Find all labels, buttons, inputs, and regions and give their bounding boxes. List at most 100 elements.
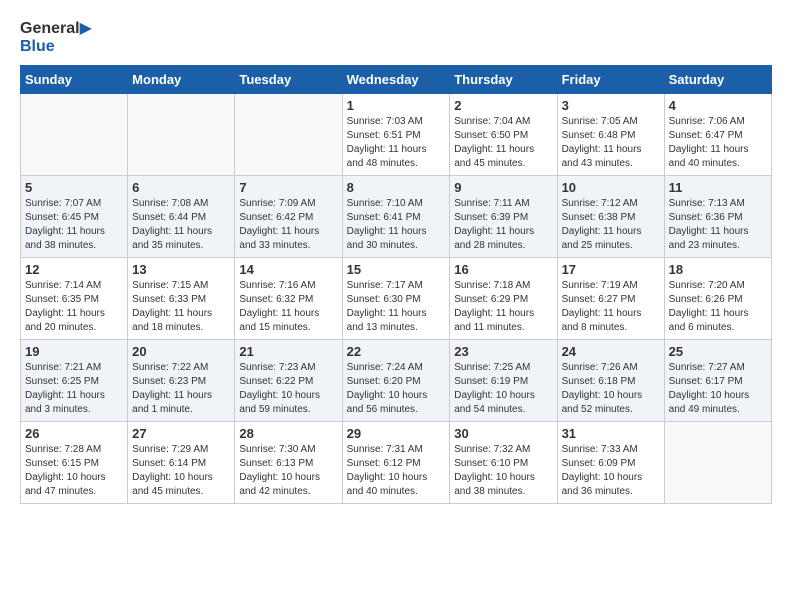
calendar-cell bbox=[664, 422, 771, 504]
day-info: Sunrise: 7:18 AM Sunset: 6:29 PM Dayligh… bbox=[454, 279, 552, 335]
day-info: Sunrise: 7:11 AM Sunset: 6:39 PM Dayligh… bbox=[454, 197, 552, 253]
day-info: Sunrise: 7:22 AM Sunset: 6:23 PM Dayligh… bbox=[132, 361, 230, 417]
day-info: Sunrise: 7:13 AM Sunset: 6:36 PM Dayligh… bbox=[669, 197, 767, 253]
day-number: 20 bbox=[132, 344, 230, 359]
calendar-cell: 15 Sunrise: 7:17 AM Sunset: 6:30 PM Dayli… bbox=[342, 258, 450, 340]
calendar-cell: 28 Sunrise: 7:30 AM Sunset: 6:13 PM Dayli… bbox=[235, 422, 342, 504]
day-info: Sunrise: 7:28 AM Sunset: 6:15 PM Dayligh… bbox=[25, 443, 123, 499]
weekday-header-monday: Monday bbox=[128, 66, 235, 94]
day-number: 28 bbox=[239, 426, 337, 441]
day-number: 7 bbox=[239, 180, 337, 195]
calendar-cell: 9 Sunrise: 7:11 AM Sunset: 6:39 PM Daylig… bbox=[450, 176, 557, 258]
day-info: Sunrise: 7:26 AM Sunset: 6:18 PM Dayligh… bbox=[562, 361, 660, 417]
calendar-cell: 18Sunrise: 7:20 AM Sunset: 6:26 PM Dayli… bbox=[664, 258, 771, 340]
day-number: 14 bbox=[239, 262, 337, 277]
day-number: 6 bbox=[132, 180, 230, 195]
day-info: Sunrise: 7:08 AM Sunset: 6:44 PM Dayligh… bbox=[132, 197, 230, 253]
weekday-header-wednesday: Wednesday bbox=[342, 66, 450, 94]
day-info: Sunrise: 7:25 AM Sunset: 6:19 PM Dayligh… bbox=[454, 361, 552, 417]
calendar-cell: 12 Sunrise: 7:14 AM Sunset: 6:35 PM Dayli… bbox=[21, 258, 128, 340]
calendar-cell: 23Sunrise: 7:25 AM Sunset: 6:19 PM Dayli… bbox=[450, 340, 557, 422]
day-info: Sunrise: 7:03 AM Sunset: 6:51 PM Dayligh… bbox=[347, 115, 446, 171]
weekday-header-row: SundayMondayTuesdayWednesdayThursdayFrid… bbox=[21, 66, 772, 94]
day-number: 27 bbox=[132, 426, 230, 441]
weekday-header-sunday: Sunday bbox=[21, 66, 128, 94]
day-number: 2 bbox=[454, 98, 552, 113]
day-number: 31 bbox=[562, 426, 660, 441]
calendar-cell: 20 Sunrise: 7:22 AM Sunset: 6:23 PM Dayli… bbox=[128, 340, 235, 422]
day-number: 10 bbox=[562, 180, 660, 195]
weekday-header-friday: Friday bbox=[557, 66, 664, 94]
day-number: 15 bbox=[347, 262, 446, 277]
calendar-cell: 10 Sunrise: 7:12 AM Sunset: 6:38 PM Dayli… bbox=[557, 176, 664, 258]
day-number: 1 bbox=[347, 98, 446, 113]
day-number: 16 bbox=[454, 262, 552, 277]
calendar-cell: 16 Sunrise: 7:18 AM Sunset: 6:29 PM Dayli… bbox=[450, 258, 557, 340]
day-info: Sunrise: 7:06 AM Sunset: 6:47 PM Dayligh… bbox=[669, 115, 767, 171]
day-info: Sunrise: 7:31 AM Sunset: 6:12 PM Dayligh… bbox=[347, 443, 446, 499]
calendar-cell: 21 Sunrise: 7:23 AM Sunset: 6:22 PM Dayli… bbox=[235, 340, 342, 422]
calendar-week-row: 5 Sunrise: 7:07 AM Sunset: 6:45 PM Daylig… bbox=[21, 176, 772, 258]
day-number: 5 bbox=[25, 180, 123, 195]
logo-text: General▶ Blue bbox=[20, 20, 92, 55]
calendar-cell: 14Sunrise: 7:16 AM Sunset: 6:32 PM Dayli… bbox=[235, 258, 342, 340]
day-number: 13 bbox=[132, 262, 230, 277]
calendar-cell: 25 Sunrise: 7:27 AM Sunset: 6:17 PM Dayli… bbox=[664, 340, 771, 422]
day-number: 11 bbox=[669, 180, 767, 195]
day-info: Sunrise: 7:15 AM Sunset: 6:33 PM Dayligh… bbox=[132, 279, 230, 335]
day-number: 30 bbox=[454, 426, 552, 441]
calendar-cell: 24 Sunrise: 7:26 AM Sunset: 6:18 PM Dayli… bbox=[557, 340, 664, 422]
calendar-cell: 22 Sunrise: 7:24 AM Sunset: 6:20 PM Dayli… bbox=[342, 340, 450, 422]
day-number: 22 bbox=[347, 344, 446, 359]
day-info: Sunrise: 7:32 AM Sunset: 6:10 PM Dayligh… bbox=[454, 443, 552, 499]
day-number: 24 bbox=[562, 344, 660, 359]
day-number: 26 bbox=[25, 426, 123, 441]
calendar-week-row: 1 Sunrise: 7:03 AM Sunset: 6:51 PM Daylig… bbox=[21, 94, 772, 176]
day-number: 9 bbox=[454, 180, 552, 195]
calendar-cell: 3Sunrise: 7:05 AM Sunset: 6:48 PM Daylig… bbox=[557, 94, 664, 176]
day-info: Sunrise: 7:33 AM Sunset: 6:09 PM Dayligh… bbox=[562, 443, 660, 499]
day-number: 17 bbox=[562, 262, 660, 277]
weekday-header-thursday: Thursday bbox=[450, 66, 557, 94]
day-info: Sunrise: 7:23 AM Sunset: 6:22 PM Dayligh… bbox=[239, 361, 337, 417]
logo-general: General bbox=[20, 20, 80, 37]
day-info: Sunrise: 7:24 AM Sunset: 6:20 PM Dayligh… bbox=[347, 361, 446, 417]
day-info: Sunrise: 7:29 AM Sunset: 6:14 PM Dayligh… bbox=[132, 443, 230, 499]
day-info: Sunrise: 7:21 AM Sunset: 6:25 PM Dayligh… bbox=[25, 361, 123, 417]
day-info: Sunrise: 7:12 AM Sunset: 6:38 PM Dayligh… bbox=[562, 197, 660, 253]
calendar-cell: 1 Sunrise: 7:03 AM Sunset: 6:51 PM Daylig… bbox=[342, 94, 450, 176]
day-info: Sunrise: 7:10 AM Sunset: 6:41 PM Dayligh… bbox=[347, 197, 446, 253]
day-number: 12 bbox=[25, 262, 123, 277]
day-info: Sunrise: 7:17 AM Sunset: 6:30 PM Dayligh… bbox=[347, 279, 446, 335]
calendar-cell bbox=[21, 94, 128, 176]
day-info: Sunrise: 7:30 AM Sunset: 6:13 PM Dayligh… bbox=[239, 443, 337, 499]
calendar-cell: 26 Sunrise: 7:28 AM Sunset: 6:15 PM Dayli… bbox=[21, 422, 128, 504]
calendar-week-row: 19 Sunrise: 7:21 AM Sunset: 6:25 PM Dayli… bbox=[21, 340, 772, 422]
day-info: Sunrise: 7:14 AM Sunset: 6:35 PM Dayligh… bbox=[25, 279, 123, 335]
day-number: 25 bbox=[669, 344, 767, 359]
calendar-cell: 13 Sunrise: 7:15 AM Sunset: 6:33 PM Dayli… bbox=[128, 258, 235, 340]
calendar-cell: 30 Sunrise: 7:32 AM Sunset: 6:10 PM Dayli… bbox=[450, 422, 557, 504]
calendar-table: SundayMondayTuesdayWednesdayThursdayFrid… bbox=[20, 65, 772, 504]
calendar-cell: 7Sunrise: 7:09 AM Sunset: 6:42 PM Daylig… bbox=[235, 176, 342, 258]
day-number: 21 bbox=[239, 344, 337, 359]
calendar-week-row: 26 Sunrise: 7:28 AM Sunset: 6:15 PM Dayli… bbox=[21, 422, 772, 504]
day-number: 19 bbox=[25, 344, 123, 359]
day-info: Sunrise: 7:07 AM Sunset: 6:45 PM Dayligh… bbox=[25, 197, 123, 253]
day-info: Sunrise: 7:05 AM Sunset: 6:48 PM Dayligh… bbox=[562, 115, 660, 171]
day-info: Sunrise: 7:27 AM Sunset: 6:17 PM Dayligh… bbox=[669, 361, 767, 417]
calendar-cell bbox=[235, 94, 342, 176]
day-info: Sunrise: 7:04 AM Sunset: 6:50 PM Dayligh… bbox=[454, 115, 552, 171]
calendar-cell: 19 Sunrise: 7:21 AM Sunset: 6:25 PM Dayli… bbox=[21, 340, 128, 422]
page-header: General▶ Blue bbox=[20, 20, 772, 55]
calendar-cell: 29 Sunrise: 7:31 AM Sunset: 6:12 PM Dayli… bbox=[342, 422, 450, 504]
day-number: 29 bbox=[347, 426, 446, 441]
calendar-cell: 31 Sunrise: 7:33 AM Sunset: 6:09 PM Dayli… bbox=[557, 422, 664, 504]
logo-blue: Blue bbox=[20, 38, 55, 55]
day-info: Sunrise: 7:19 AM Sunset: 6:27 PM Dayligh… bbox=[562, 279, 660, 335]
day-info: Sunrise: 7:20 AM Sunset: 6:26 PM Dayligh… bbox=[669, 279, 767, 335]
calendar-cell bbox=[128, 94, 235, 176]
logo: General▶ Blue bbox=[20, 20, 92, 55]
calendar-cell: 5 Sunrise: 7:07 AM Sunset: 6:45 PM Daylig… bbox=[21, 176, 128, 258]
logo-wave-icon: ▶ bbox=[80, 20, 92, 37]
